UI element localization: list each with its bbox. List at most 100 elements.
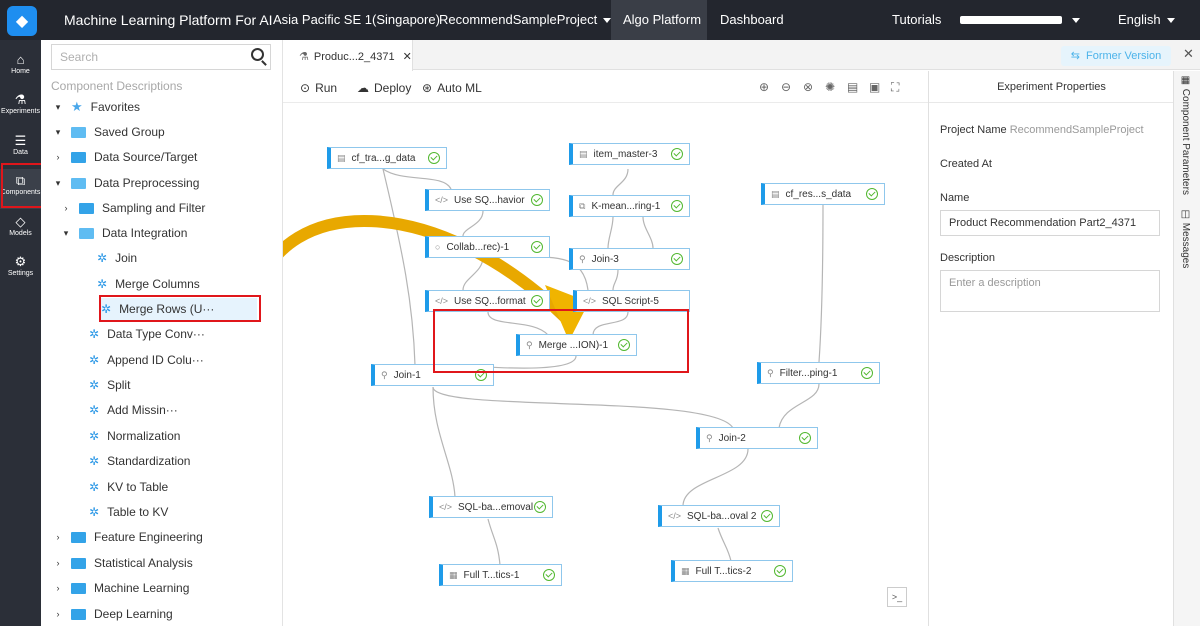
tree-kv-to-table[interactable]: ✲ KV to Table — [89, 476, 168, 498]
folder-icon — [71, 151, 86, 163]
chevron-down-icon: ▾ — [55, 126, 61, 137]
tab-experiment[interactable]: ⚗ Produc...2_4371 ✕ — [283, 40, 413, 71]
node-cf-result-data[interactable]: ▤ cf_res...s_data — [761, 183, 885, 205]
tutorials-link[interactable]: Tutorials — [892, 12, 941, 27]
component-descriptions-heading: Component Descriptions — [51, 79, 183, 93]
project-selector[interactable]: RecommendSampleProject — [439, 12, 612, 27]
close-panel-icon[interactable]: ✕ — [1183, 46, 1194, 62]
former-version-button[interactable]: ⇆ Former Version — [1061, 46, 1171, 66]
globe-icon[interactable]: ⊗ — [803, 80, 813, 94]
node-sql-removal[interactable]: </> SQL-ba...emoval — [429, 496, 553, 518]
node-item-master-3[interactable]: ▤ item_master-3 — [569, 143, 690, 165]
edge — [432, 386, 734, 429]
auto-ml-button[interactable]: ⊛ Auto ML — [422, 81, 482, 95]
tree-saved-group[interactable]: ▾ Saved Group — [51, 121, 165, 143]
nav-experiments[interactable]: ⚗ Experiments — [0, 88, 41, 128]
component-icon: ✲ — [97, 277, 108, 291]
edge — [612, 269, 619, 291]
component-icon: ✲ — [89, 480, 100, 494]
node-join-2[interactable]: ⚲ Join-2 — [696, 427, 818, 449]
table-icon: ▤ — [579, 148, 588, 159]
search-icon[interactable] — [251, 48, 264, 61]
tree-feature-engineering[interactable]: › Feature Engineering — [51, 526, 203, 548]
tree-normalization[interactable]: ✲ Normalization — [89, 425, 180, 447]
code-icon: </> — [435, 195, 449, 205]
region-selector[interactable]: Asia Pacific SE 1(Singapore) — [273, 12, 440, 27]
search-input[interactable]: Search — [51, 44, 271, 70]
tree-standardization[interactable]: ✲ Standardization — [89, 450, 190, 472]
cluster-icon: ⧉ — [579, 200, 586, 211]
tree-machine-learning[interactable]: › Machine Learning — [51, 577, 190, 599]
algo-platform-tab[interactable]: Algo Platform — [623, 12, 701, 27]
tree-data-type-conversion[interactable]: ✲ Data Type Conv··· — [89, 323, 205, 345]
table-icon: ▤ — [337, 152, 346, 163]
success-icon — [531, 295, 543, 307]
edge — [818, 203, 824, 363]
deploy-button[interactable]: ☁ Deploy — [357, 81, 411, 95]
component-panel: Search Component Descriptions ▾ ★ Favorite… — [41, 40, 322, 626]
chevron-right-icon: › — [56, 558, 60, 568]
folder-open-icon — [71, 126, 86, 138]
tree-sampling-and-filter[interactable]: › Sampling and Filter — [59, 197, 206, 219]
node-sql-removal-2[interactable]: </> SQL-ba...oval 2 — [658, 505, 780, 527]
node-k-means-clustering-1[interactable]: ⧉ K-mean...ring-1 — [569, 195, 690, 217]
account-chevron[interactable] — [1066, 12, 1080, 27]
stats-icon: ▦ — [681, 565, 690, 576]
tree-join[interactable]: ✲ Join — [97, 247, 137, 269]
component-icon: ✲ — [89, 327, 100, 341]
zoom-out-icon[interactable]: ⊖ — [781, 80, 791, 94]
node-collaborative-filtering-1[interactable]: ○ Collab...rec)-1 — [425, 236, 550, 258]
success-icon — [866, 188, 878, 200]
tree-statistical-analysis[interactable]: › Statistical Analysis — [51, 552, 193, 574]
close-icon[interactable]: ✕ — [403, 51, 412, 63]
terminal-icon[interactable]: >_ — [887, 587, 907, 607]
project-name-value: RecommendSampleProject — [1009, 124, 1144, 136]
node-join-3[interactable]: ⚲ Join-3 — [569, 248, 690, 270]
join-icon: ⚲ — [381, 369, 388, 380]
tree-favorites[interactable]: ▾ ★ Favorites — [51, 96, 140, 118]
tree-deep-learning[interactable]: › Deep Learning — [51, 603, 173, 625]
success-icon — [774, 565, 786, 577]
node-full-statistics-1[interactable]: ▦ Full T...tics-1 — [439, 564, 562, 586]
tree-table-to-kv[interactable]: ✲ Table to KV — [89, 501, 168, 523]
fullscreen-icon[interactable]: ⛶ — [891, 80, 899, 95]
node-cf-training-data[interactable]: ▤ cf_tra...g_data — [327, 147, 447, 169]
dashboard-tab[interactable]: Dashboard — [720, 12, 784, 27]
node-filter-mapping-1[interactable]: ⚲ Filter...ping-1 — [757, 362, 880, 384]
fit-view-icon[interactable]: ▣ — [869, 80, 880, 94]
right-side-tabs: ▦ Component Parameters ◫ Messages — [1173, 71, 1200, 626]
zoom-in-icon[interactable]: ⊕ — [759, 80, 769, 94]
node-full-statistics-2[interactable]: ▦ Full T...tics-2 — [671, 560, 793, 582]
edge — [612, 168, 629, 196]
star-icon: ★ — [71, 99, 83, 114]
table-icon: ▤ — [771, 188, 780, 199]
success-icon — [534, 501, 546, 513]
experiment-canvas[interactable]: ▤ cf_tra...g_data ▤ item_master-3 </> Use S… — [283, 103, 928, 626]
nav-home[interactable]: ⌂ Home — [0, 48, 41, 88]
tree-data-integration[interactable]: ▾ Data Integration — [59, 222, 188, 244]
component-parameters-tab[interactable]: ▦ Component Parameters — [1180, 75, 1191, 195]
language-selector[interactable]: English — [1118, 12, 1175, 27]
tree-append-id-column[interactable]: ✲ Append ID Colu··· — [89, 349, 204, 371]
run-button[interactable]: ⊙ Run — [300, 81, 337, 95]
tree-data-source-target[interactable]: › Data Source/Target — [51, 146, 198, 168]
auto-layout-icon[interactable]: ✺ — [825, 80, 835, 94]
tree-split[interactable]: ✲ Split — [89, 374, 130, 396]
description-label: Description — [940, 252, 996, 264]
messages-tab[interactable]: ◫ Messages — [1180, 209, 1191, 268]
nav-settings[interactable]: ⚙ Settings — [0, 250, 41, 290]
description-textarea[interactable]: Enter a description — [940, 270, 1160, 312]
chevron-right-icon: › — [56, 152, 60, 162]
tree-merge-columns[interactable]: ✲ Merge Columns — [97, 273, 200, 295]
nav-models[interactable]: ◇ Models — [0, 210, 41, 250]
folder-icon — [79, 202, 94, 214]
node-use-sql-behavior[interactable]: </> Use SQ...havior — [425, 189, 550, 211]
name-input[interactable]: Product Recommendation Part2_4371 — [940, 210, 1160, 236]
tree-add-missing[interactable]: ✲ Add Missin··· — [89, 399, 178, 421]
platform-logo[interactable]: ◆ — [7, 6, 37, 36]
tree-data-preprocessing[interactable]: ▾ Data Preprocessing — [51, 172, 200, 194]
edge — [382, 168, 416, 366]
minimap-icon[interactable]: ▤ — [847, 80, 858, 94]
chevron-down-icon: ▾ — [55, 101, 61, 112]
success-icon — [761, 510, 773, 522]
